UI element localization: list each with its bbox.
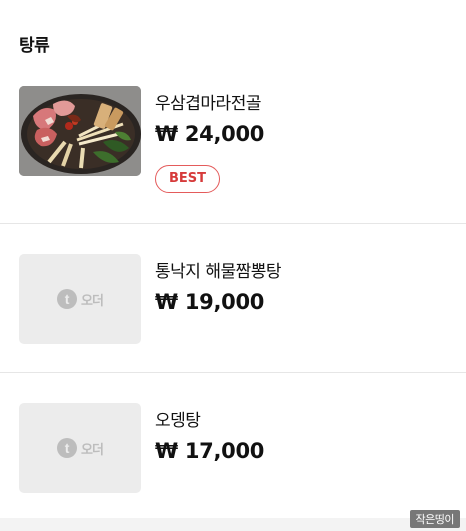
best-badge: BEST (155, 165, 221, 193)
menu-item-price: ₩ 24,000 (155, 122, 265, 146)
watermark: 작은띵이 (409, 510, 460, 528)
tableorder-logo-icon: t 오더 (57, 438, 104, 458)
menu-item-name: 우삼겹마라전골 (155, 94, 261, 114)
menu-item-photo-placeholder: t 오더 (19, 403, 141, 493)
menu-item[interactable]: t 오더 오뎅탕 ₩ 17,000 (0, 373, 466, 518)
menu-item-price: ₩ 17,000 (155, 439, 265, 463)
menu-item-photo (19, 86, 141, 176)
menu-item-photo-placeholder: t 오더 (19, 254, 141, 344)
menu-item[interactable]: 우삼겹마라전골 ₩ 24,000 BEST (0, 0, 466, 224)
bottom-divider (0, 518, 466, 531)
menu-item-name: 오뎅탕 (155, 411, 201, 431)
tableorder-logo-icon: t 오더 (57, 289, 104, 309)
menu-item-name: 통낙지 해물짬뽕탕 (155, 262, 282, 282)
mala-hotpot-photo (19, 86, 141, 176)
menu-item[interactable]: t 오더 통낙지 해물짬뽕탕 ₩ 19,000 (0, 224, 466, 373)
menu-item-price: ₩ 19,000 (155, 290, 265, 314)
